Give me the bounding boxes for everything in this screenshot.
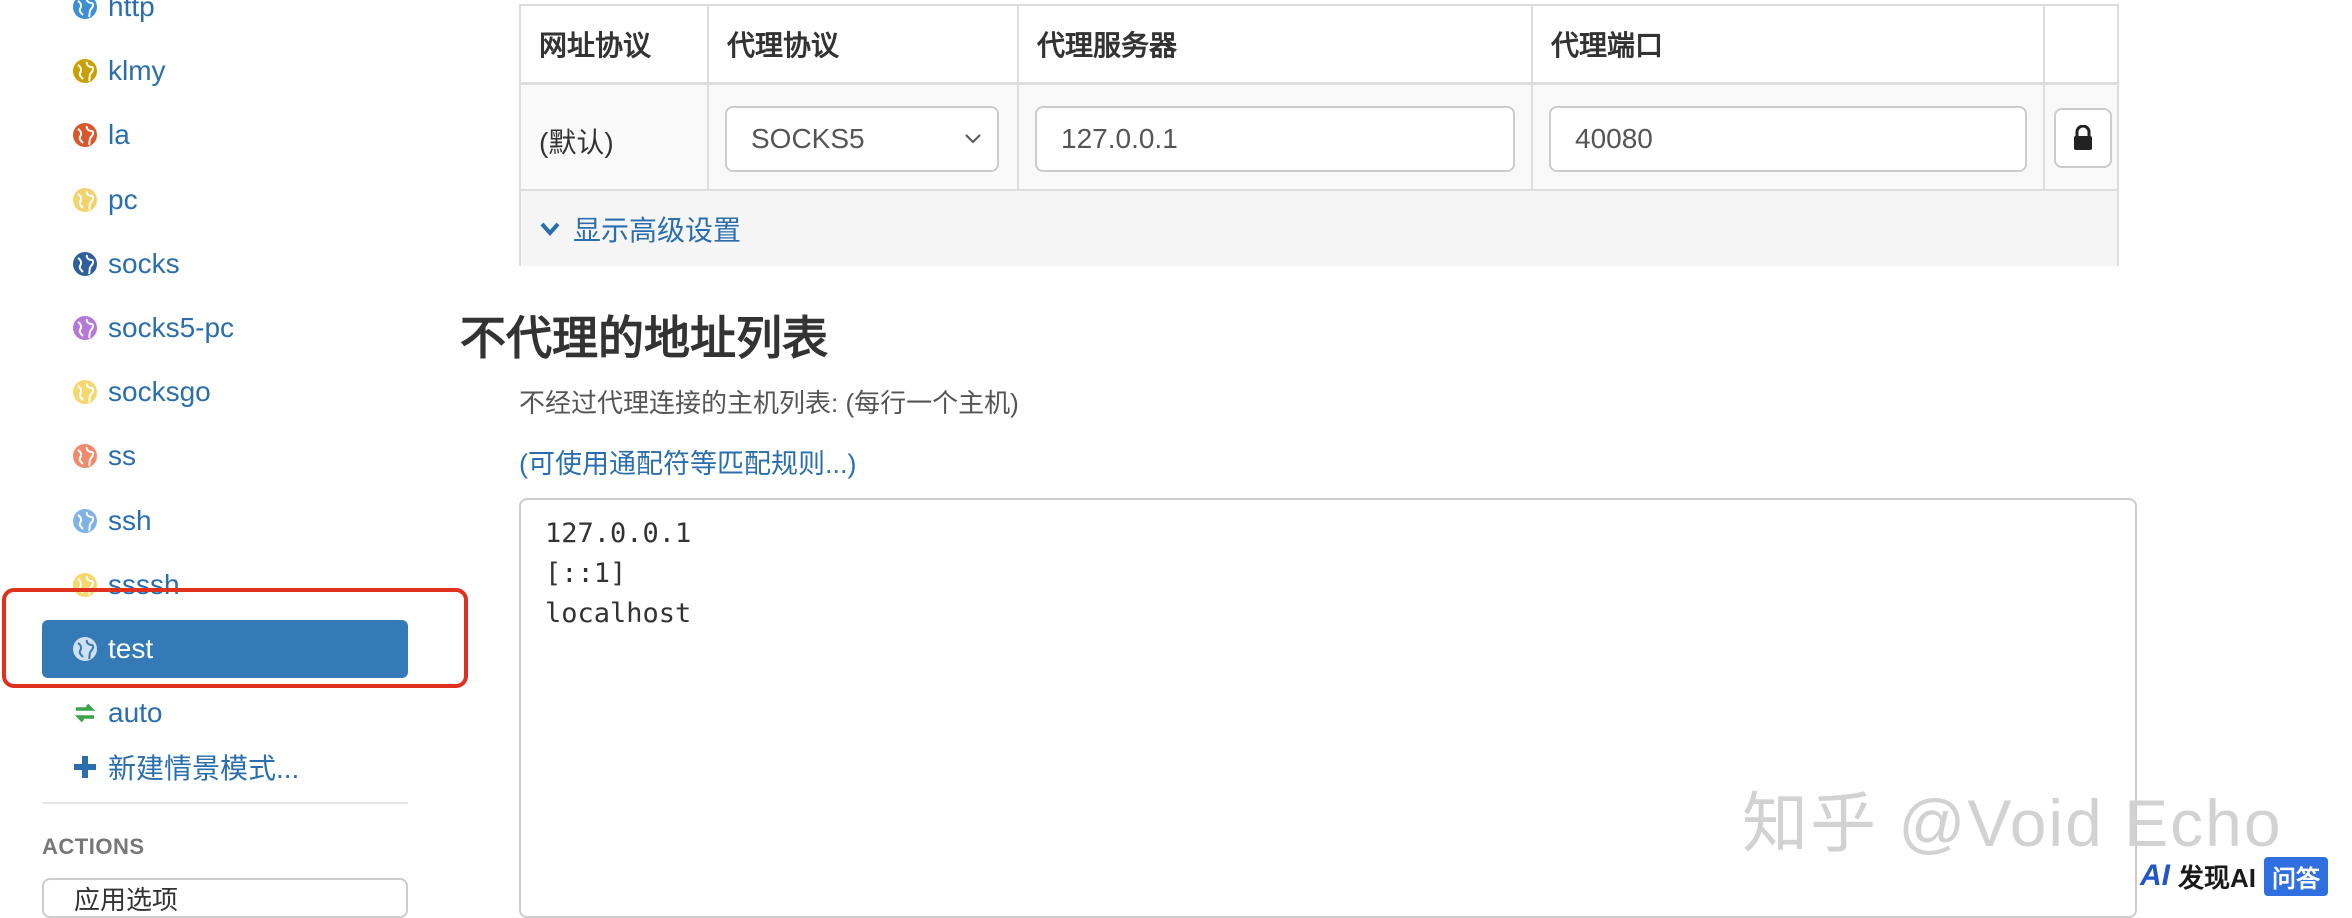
bypass-description: 不经过代理连接的主机列表: (每行一个主机) xyxy=(519,388,1019,418)
profile-item-ssh[interactable]: ssh xyxy=(42,492,408,550)
highlight-box xyxy=(2,588,468,688)
globe-icon xyxy=(73,251,97,276)
apply-options-button[interactable]: 应用选项 xyxy=(42,878,408,918)
profile-item-klmy[interactable]: klmy xyxy=(42,42,408,100)
site-logo: AI 发现AI 问答 xyxy=(2140,856,2329,896)
plus-icon xyxy=(74,756,96,778)
profile-item-socksgo[interactable]: socksgo xyxy=(42,363,408,421)
server-value: 127.0.0.1 xyxy=(1061,123,1178,154)
header-port: 代理端口 xyxy=(1533,6,2045,82)
profile-label: pc xyxy=(108,183,138,215)
globe-icon xyxy=(73,187,97,212)
bypass-section-title: 不代理的地址列表 xyxy=(460,312,828,364)
header-protocol: 代理协议 xyxy=(709,6,1019,82)
port-input[interactable]: 40080 xyxy=(1549,106,2027,172)
globe-icon xyxy=(73,508,97,533)
new-profile-button[interactable]: 新建情景模式... xyxy=(42,738,408,796)
profile-label: auto xyxy=(108,697,163,729)
proxy-table: 网址协议 代理协议 代理服务器 代理端口 (默认) SOCKS5 127.0.0… xyxy=(519,4,2119,266)
logo-mark: AI xyxy=(2140,859,2170,892)
show-advanced-label: 显示高级设置 xyxy=(573,214,742,246)
profile-item-auto[interactable]: auto xyxy=(42,684,408,742)
show-advanced-link[interactable]: 显示高级设置 xyxy=(521,189,2117,266)
profile-label: socksgo xyxy=(108,376,211,408)
port-value: 40080 xyxy=(1575,123,1653,154)
protocol-value: SOCKS5 xyxy=(751,123,865,154)
proxy-row-default: (默认) SOCKS5 127.0.0.1 40080 xyxy=(521,85,2117,189)
logo-qa: 问答 xyxy=(2264,856,2329,896)
wildcard-rules-link[interactable]: (可使用通配符等匹配规则...) xyxy=(519,442,857,481)
switch-profile-icon xyxy=(74,703,96,723)
globe-icon xyxy=(73,380,97,405)
profile-label: socks xyxy=(108,247,180,279)
sidebar: http klmy la pc socks socks5-pc socksgo ss ssh ss… xyxy=(0,0,468,918)
globe-icon xyxy=(73,123,97,148)
new-profile-label: 新建情景模式... xyxy=(108,753,300,784)
profile-label: la xyxy=(108,119,130,151)
header-server: 代理服务器 xyxy=(1019,6,1533,82)
chevron-down-icon xyxy=(540,222,560,236)
globe-icon xyxy=(73,0,97,19)
profile-label: socks5-pc xyxy=(108,312,235,343)
lock-icon xyxy=(2074,125,2092,150)
apply-options-label: 应用选项 xyxy=(74,884,179,915)
auth-lock-button[interactable] xyxy=(2054,108,2112,168)
profile-label: ss xyxy=(108,440,136,472)
logo-text: 发现AI xyxy=(2178,862,2257,893)
globe-icon xyxy=(73,316,97,340)
globe-icon xyxy=(73,59,97,84)
watermark-text: 知乎 @Void Echo xyxy=(1742,786,2283,860)
globe-icon xyxy=(73,444,97,469)
profile-item-socks[interactable]: socks xyxy=(42,235,408,293)
sidebar-divider xyxy=(42,802,408,804)
profile-label: http xyxy=(108,0,155,22)
profile-item-socks5-pc[interactable]: socks5-pc xyxy=(42,299,408,357)
profile-label: klmy xyxy=(108,55,166,87)
server-input[interactable]: 127.0.0.1 xyxy=(1035,106,1515,172)
scheme-label: (默认) xyxy=(539,127,614,158)
profile-label: ssh xyxy=(108,504,152,536)
actions-title: ACTIONS xyxy=(42,834,145,859)
profile-item-ss[interactable]: ss xyxy=(42,427,408,485)
header-scheme: 网址协议 xyxy=(521,6,709,82)
profile-item-pc[interactable]: pc xyxy=(42,171,408,229)
profile-item-http[interactable]: http xyxy=(42,0,408,36)
profile-item-la[interactable]: la xyxy=(42,106,408,164)
protocol-select[interactable]: SOCKS5 xyxy=(725,106,999,172)
chevron-down-icon xyxy=(965,134,981,144)
